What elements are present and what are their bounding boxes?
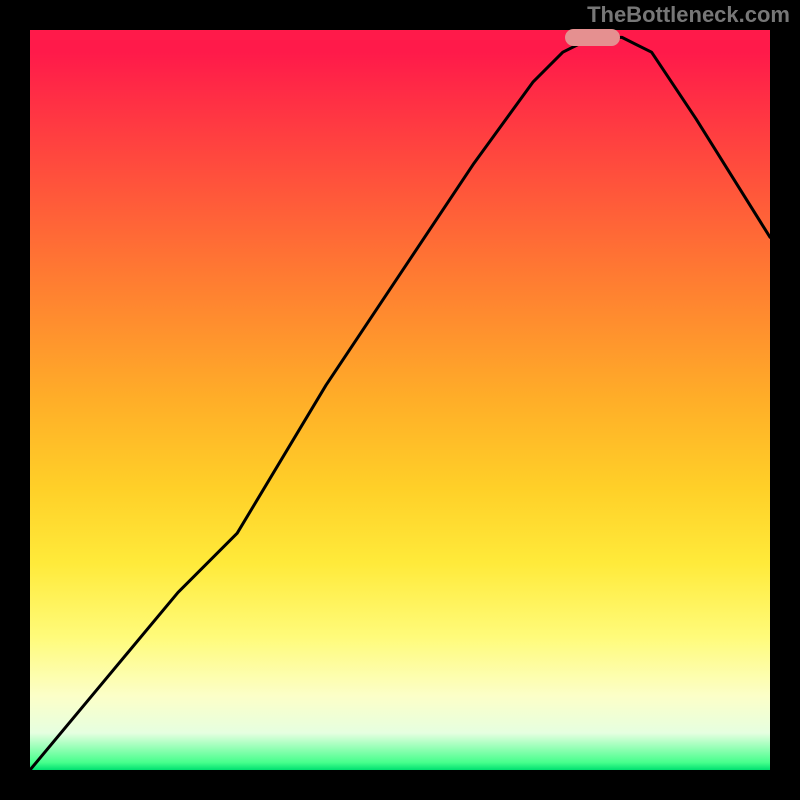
optimum-marker (565, 29, 621, 45)
watermark: TheBottleneck.com (587, 2, 790, 28)
plot-area (30, 30, 770, 770)
gradient-background (30, 30, 770, 770)
chart-container: TheBottleneck.com (0, 0, 800, 800)
